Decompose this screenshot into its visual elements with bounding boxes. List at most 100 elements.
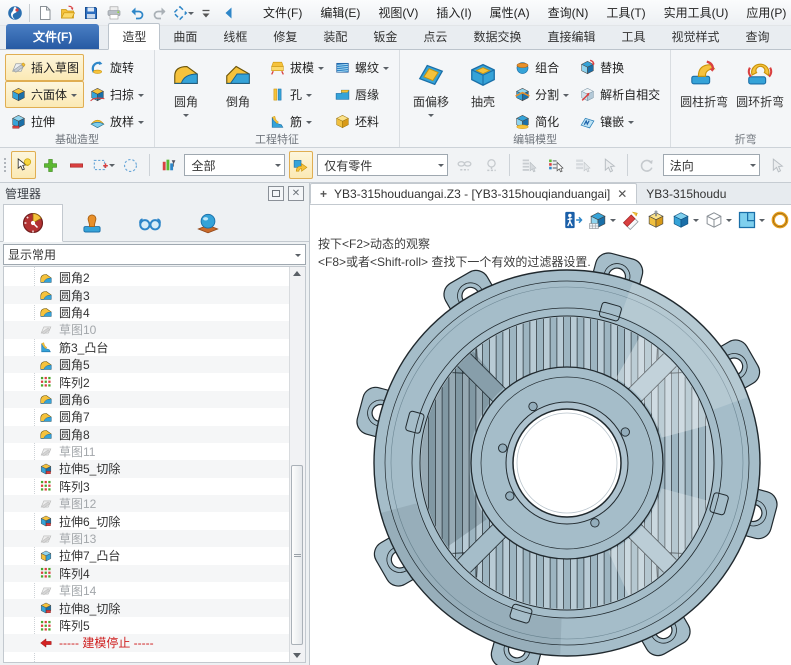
ribbon-tab-工具[interactable]: 工具 — [608, 24, 658, 49]
ribbon-tab-模具[interactable]: 模具 — [783, 24, 791, 49]
tree-item[interactable]: 筋3_凸台 — [4, 339, 290, 356]
ribbon-button-孔[interactable]: 孔 — [264, 81, 329, 108]
rotate-gray-button[interactable] — [634, 151, 659, 179]
ribbon-button-螺纹[interactable]: 螺纹 — [329, 54, 394, 81]
combo-全部[interactable]: 全部 — [184, 154, 284, 176]
tree-item[interactable]: 阵列5 — [4, 617, 290, 634]
scroll-down-icon[interactable] — [291, 649, 303, 662]
ribbon-button-解析自相交[interactable]: 解析自相交 — [574, 81, 665, 108]
restore-panel-icon[interactable] — [268, 186, 284, 201]
tree-item[interactable]: 圆角3 — [4, 286, 290, 303]
toolbar-drag-handle[interactable] — [2, 153, 9, 177]
scroll-up-icon[interactable] — [291, 267, 303, 280]
ribbon-tab-文件(F)[interactable]: 文件(F) — [6, 24, 99, 49]
ribbon-button-圆柱折弯[interactable]: 圆柱折弯 — [676, 53, 732, 131]
ribbon-button-分割[interactable]: 分割 — [509, 81, 574, 108]
sel-rect-button[interactable] — [91, 151, 116, 179]
open-file-button[interactable] — [56, 2, 79, 24]
tree-item[interactable]: 草图13 — [4, 530, 290, 547]
link-a-button[interactable] — [452, 151, 477, 179]
ribbon-button-倒角[interactable]: 倒角 — [212, 53, 264, 131]
tree-scrollbar[interactable] — [289, 267, 305, 662]
ribbon-button-六面体[interactable]: 六面体 — [5, 81, 84, 108]
regen-button[interactable] — [171, 2, 194, 24]
tree-item[interactable]: 圆角2 — [4, 269, 290, 286]
close-panel-icon[interactable]: ✕ — [288, 186, 304, 201]
pin-box-button[interactable] — [645, 208, 667, 232]
menu-more-button[interactable] — [194, 2, 217, 24]
tree-item[interactable]: 阵列3 — [4, 478, 290, 495]
motor-end-cover-model[interactable] — [310, 205, 791, 665]
ribbon-button-圆角[interactable]: 圆角 — [160, 53, 212, 131]
close-tab-icon[interactable]: ✕ — [617, 187, 627, 201]
ribbon-button-抽壳[interactable]: 抽壳 — [457, 53, 509, 131]
document-tab[interactable]: +YB3-315houduangai.Z3 - [YB3-315houqiand… — [310, 183, 637, 204]
view-pane-button[interactable] — [736, 208, 766, 232]
menu-实用工具(U)[interactable]: 实用工具(U) — [655, 0, 738, 25]
tree-item[interactable]: 拉伸5_切除 — [4, 460, 290, 477]
cube-wire-button[interactable] — [703, 208, 733, 232]
exit-walk-button[interactable] — [562, 208, 584, 232]
save-file-button[interactable] — [79, 2, 102, 24]
ring-orange-button[interactable] — [769, 208, 791, 232]
minus-red-button[interactable] — [64, 151, 89, 179]
tree-item[interactable]: 圆角6 — [4, 391, 290, 408]
tree-item[interactable]: 圆角4 — [4, 304, 290, 321]
tree-filter-dropdown[interactable]: 显示常用 — [3, 244, 306, 265]
manager-tab-stamp[interactable] — [63, 205, 121, 241]
copy-filter-button[interactable] — [289, 151, 314, 179]
view-table-button[interactable] — [587, 208, 617, 232]
model-canvas[interactable]: 按下<F2>动态的观察<F8>或者<Shift-roll> 查找下一个有效的过滤… — [310, 205, 791, 665]
cube-solid-button[interactable] — [670, 208, 700, 232]
menu-工具(T)[interactable]: 工具(T) — [597, 0, 654, 25]
cursor-bulb-button[interactable] — [11, 151, 36, 179]
tree-item[interactable]: 圆角5 — [4, 356, 290, 373]
eraser-button[interactable] — [620, 208, 642, 232]
tree-item[interactable]: ----- 建模停止 ----- — [4, 634, 290, 651]
menu-视图(V)[interactable]: 视图(V) — [369, 0, 427, 25]
print-button[interactable] — [102, 2, 125, 24]
ribbon-tab-修复[interactable]: 修复 — [260, 24, 310, 49]
cursor-gray-button[interactable] — [764, 151, 789, 179]
menu-应用(P)[interactable]: 应用(P) — [737, 0, 791, 25]
ribbon-button-插入草图[interactable]: 插入草图 — [5, 54, 84, 81]
tree-item[interactable]: 草图14 — [4, 582, 290, 599]
ribbon-tab-曲面[interactable]: 曲面 — [160, 24, 210, 49]
tree-item[interactable]: 圆角8 — [4, 426, 290, 443]
pick-b-button[interactable] — [543, 151, 568, 179]
ribbon-tab-钣金[interactable]: 钣金 — [360, 24, 410, 49]
tree-item[interactable]: 拉伸8_切除 — [4, 599, 290, 616]
cursor-gray-button[interactable] — [596, 151, 621, 179]
tree-item[interactable]: 拉伸7_凸台 — [4, 547, 290, 564]
tree-item[interactable]: 阵列2 — [4, 373, 290, 390]
ribbon-tab-装配[interactable]: 装配 — [310, 24, 360, 49]
ribbon-tab-造型[interactable]: 造型 — [108, 23, 160, 50]
manager-tab-glasses[interactable] — [121, 205, 179, 241]
ribbon-tab-直接编辑[interactable]: 直接编辑 — [534, 24, 608, 49]
manager-tab-sphere-mat[interactable] — [179, 205, 237, 241]
tree-item[interactable]: 圆角7 — [4, 408, 290, 425]
tree-item[interactable]: 阵列4 — [4, 565, 290, 582]
document-tab[interactable]: YB3-315houdu — [637, 183, 735, 204]
combo-仅有零件[interactable]: 仅有零件 — [317, 154, 448, 176]
tree-item[interactable]: 拉伸6_切除 — [4, 512, 290, 529]
filter-colored-button[interactable] — [156, 151, 181, 179]
new-tab-icon[interactable]: + — [320, 187, 327, 201]
ribbon-tab-数据交换[interactable]: 数据交换 — [460, 24, 534, 49]
menu-查询(N)[interactable]: 查询(N) — [539, 0, 598, 25]
link-b-button[interactable] — [479, 151, 504, 179]
menu-编辑(E)[interactable]: 编辑(E) — [311, 0, 369, 25]
ribbon-button-面偏移[interactable]: 面偏移 — [405, 53, 457, 131]
collapse-left-button[interactable] — [217, 2, 240, 24]
ribbon-button-圆环折弯[interactable]: 圆环折弯 — [732, 53, 788, 131]
ribbon-tab-查询[interactable]: 查询 — [733, 24, 783, 49]
ribbon-button-旋转[interactable]: 旋转 — [84, 54, 149, 81]
sel-circle-button[interactable] — [118, 151, 143, 179]
redo-button[interactable] — [148, 2, 171, 24]
scrollbar-thumb[interactable] — [291, 465, 303, 645]
tree-item[interactable]: 草图10 — [4, 321, 290, 338]
ribbon-button-替换[interactable]: 替换 — [574, 54, 665, 81]
manager-tab-gauge[interactable] — [3, 204, 63, 242]
menu-属性(A)[interactable]: 属性(A) — [481, 0, 539, 25]
menu-文件(F)[interactable]: 文件(F) — [254, 0, 311, 25]
